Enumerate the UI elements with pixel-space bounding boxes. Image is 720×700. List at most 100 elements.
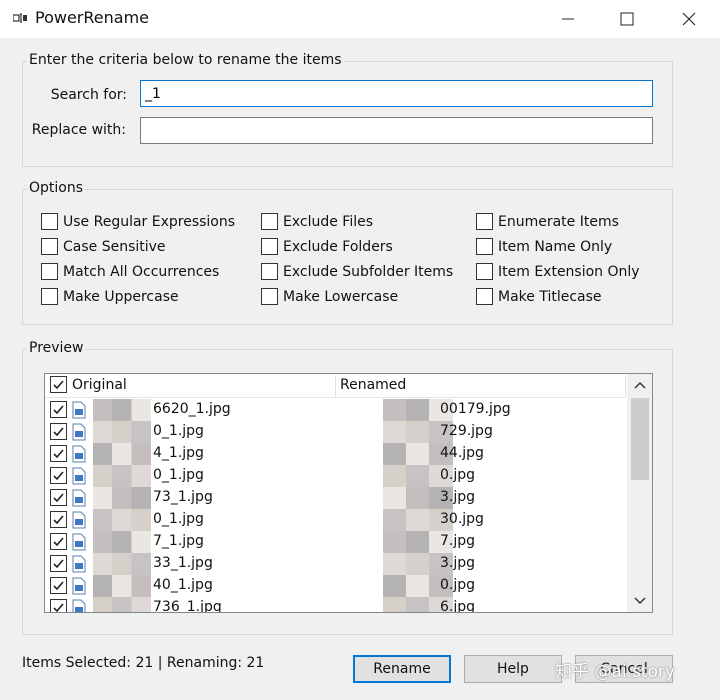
replace-input[interactable] [140, 117, 653, 144]
rename-button[interactable]: Rename [353, 655, 451, 683]
preview-list[interactable]: Original Renamed 6620_1.jpg 00179.jpg 0_1.… [44, 373, 653, 613]
table-row[interactable]: 6620_1.jpg 00179.jpg [45, 399, 627, 421]
option-use-regular-expressions[interactable]: Use Regular Expressions [41, 213, 235, 230]
checkmark-icon [53, 493, 64, 503]
redaction-mosaic [93, 399, 151, 421]
option-item-extension-only[interactable]: Item Extension Only [476, 263, 640, 280]
option-make-lowercase[interactable]: Make Lowercase [261, 288, 398, 305]
option-case-sensitive[interactable]: Case Sensitive [41, 238, 166, 255]
table-row[interactable]: 40_1.jpg 0.jpg [45, 575, 627, 597]
image-file-icon [72, 511, 86, 529]
close-button[interactable] [662, 0, 716, 38]
option-enumerate-items[interactable]: Enumerate Items [476, 213, 619, 230]
checkmark-icon [53, 603, 64, 612]
scroll-down-button[interactable] [627, 590, 652, 612]
row-checkbox[interactable] [50, 599, 67, 612]
search-label: Search for: [50, 87, 127, 103]
redaction-mosaic [93, 421, 151, 443]
redaction-mosaic [93, 575, 151, 597]
column-header-original[interactable]: Original [72, 377, 127, 393]
checkmark-icon [53, 471, 64, 481]
option-match-all-occurrences[interactable]: Match All Occurrences [41, 263, 219, 280]
status-text: Items Selected: 21 | Renaming: 21 [22, 655, 265, 671]
row-checkbox[interactable] [50, 401, 67, 418]
image-file-icon [72, 445, 86, 463]
column-header-renamed[interactable]: Renamed [340, 377, 406, 393]
row-checkbox[interactable] [50, 467, 67, 484]
original-filename: 0_1.jpg [153, 423, 204, 439]
minimize-button[interactable] [541, 0, 595, 38]
title-bar: PowerRename [0, 0, 720, 38]
row-checkbox[interactable] [50, 577, 67, 594]
redaction-mosaic [93, 553, 151, 575]
column-divider [625, 376, 626, 396]
renamed-filename: 0.jpg [440, 577, 476, 593]
help-button[interactable]: Help [464, 655, 562, 683]
watermark: 知乎 @ai.story [555, 662, 675, 682]
criteria-group [22, 61, 673, 167]
table-row[interactable]: 0_1.jpg 729.jpg [45, 421, 627, 443]
scroll-up-button[interactable] [627, 374, 652, 396]
option-exclude-subfolder-items[interactable]: Exclude Subfolder Items [261, 263, 453, 280]
checkbox[interactable] [261, 288, 278, 305]
checkmark-icon [53, 449, 64, 459]
maximize-icon [620, 12, 634, 26]
original-filename: 73_1.jpg [153, 489, 213, 505]
checkbox[interactable] [476, 238, 493, 255]
image-file-icon [72, 577, 86, 595]
checkbox[interactable] [41, 238, 58, 255]
checkmark-icon [53, 515, 64, 525]
checkbox[interactable] [261, 238, 278, 255]
table-row[interactable]: 0_1.jpg 30.jpg [45, 509, 627, 531]
select-all-checkbox[interactable] [50, 376, 67, 393]
preview-group-title: Preview [27, 340, 86, 356]
checkbox[interactable] [261, 213, 278, 230]
option-exclude-folders[interactable]: Exclude Folders [261, 238, 393, 255]
checkbox[interactable] [261, 263, 278, 280]
table-row[interactable]: 33_1.jpg 3.jpg [45, 553, 627, 575]
row-checkbox[interactable] [50, 445, 67, 462]
scrollbar-thumb[interactable] [631, 398, 649, 480]
column-divider[interactable] [335, 376, 336, 396]
renamed-filename: 44.jpg [440, 445, 484, 461]
table-row[interactable]: 0_1.jpg 0.jpg [45, 465, 627, 487]
row-checkbox[interactable] [50, 555, 67, 572]
original-filename: 4_1.jpg [153, 445, 204, 461]
checkbox[interactable] [476, 213, 493, 230]
table-row[interactable]: 7_1.jpg 7.jpg [45, 531, 627, 553]
window-title: PowerRename [35, 8, 149, 27]
checkmark-icon [53, 581, 64, 591]
table-row[interactable]: 736_1.jpg 6.jpg [45, 597, 627, 612]
table-row[interactable]: 73_1.jpg 3.jpg [45, 487, 627, 509]
option-exclude-files[interactable]: Exclude Files [261, 213, 373, 230]
minimize-icon [562, 18, 574, 20]
renamed-filename: 3.jpg [440, 489, 476, 505]
checkbox[interactable] [41, 213, 58, 230]
replace-label: Replace with: [31, 122, 126, 138]
checkbox[interactable] [41, 263, 58, 280]
option-make-titlecase[interactable]: Make Titlecase [476, 288, 602, 305]
table-row[interactable]: 4_1.jpg 44.jpg [45, 443, 627, 465]
original-filename: 0_1.jpg [153, 511, 204, 527]
checkbox[interactable] [476, 288, 493, 305]
option-item-name-only[interactable]: Item Name Only [476, 238, 612, 255]
original-filename: 7_1.jpg [153, 533, 204, 549]
row-checkbox[interactable] [50, 511, 67, 528]
image-file-icon [72, 555, 86, 573]
vertical-scrollbar[interactable] [627, 374, 652, 612]
image-file-icon [72, 423, 86, 441]
list-header: Original Renamed [45, 374, 627, 398]
original-filename: 6620_1.jpg [153, 401, 231, 417]
row-checkbox[interactable] [50, 423, 67, 440]
checkmark-icon [53, 427, 64, 437]
row-checkbox[interactable] [50, 533, 67, 550]
checkbox[interactable] [41, 288, 58, 305]
checkbox[interactable] [476, 263, 493, 280]
search-input[interactable] [140, 80, 653, 107]
redaction-mosaic [93, 443, 151, 465]
row-checkbox[interactable] [50, 489, 67, 506]
original-filename: 40_1.jpg [153, 577, 213, 593]
checkmark-icon [53, 559, 64, 569]
option-make-uppercase[interactable]: Make Uppercase [41, 288, 179, 305]
maximize-button[interactable] [600, 0, 654, 38]
